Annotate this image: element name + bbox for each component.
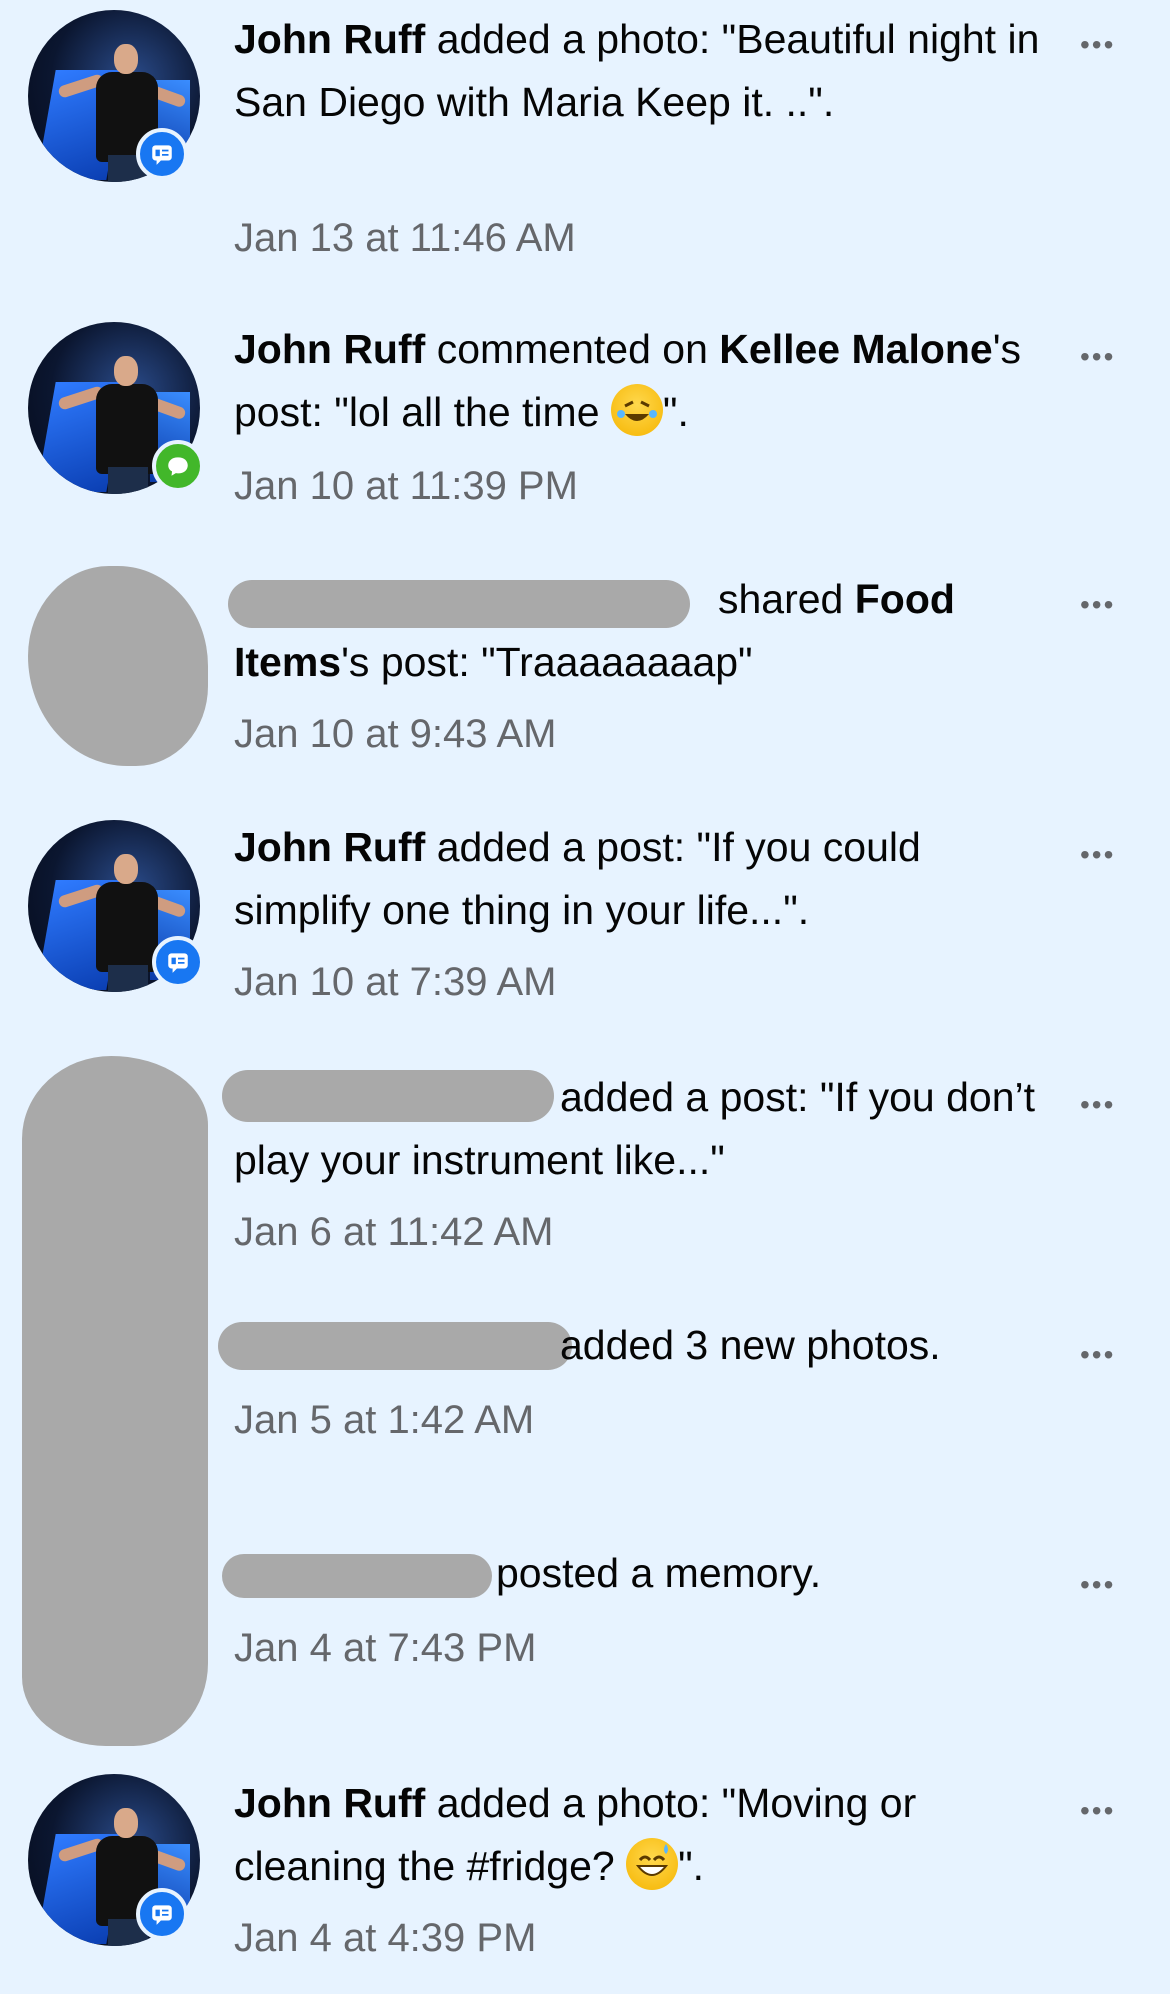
grinning-sweat-emoji-icon: [626, 1838, 679, 1890]
timestamp[interactable]: Jan 5 at 1:42 AM: [234, 1398, 534, 1443]
activity-text: John Ruff added a post: "If you could si…: [234, 824, 921, 933]
more-options-icon[interactable]: •••: [1080, 343, 1118, 371]
post-icon: [136, 128, 188, 180]
more-options-icon[interactable]: •••: [1080, 1571, 1118, 1599]
activity-text: posted a memory.: [496, 1550, 822, 1596]
timestamp[interactable]: Jan 10 at 7:39 AM: [234, 960, 556, 1005]
rofl-emoji-icon: [610, 384, 663, 436]
actor-name[interactable]: John Ruff: [234, 326, 425, 372]
activity-text: John Ruff added a photo: "Moving or clea…: [234, 1780, 917, 1890]
actor-name[interactable]: John Ruff: [234, 16, 425, 62]
activity-text: John Ruff commented on Kellee Malone's p…: [234, 326, 1022, 436]
more-options-icon[interactable]: •••: [1080, 1091, 1118, 1119]
redacted-avatar: [28, 566, 208, 766]
comment-icon: [152, 440, 204, 492]
timestamp[interactable]: Jan 10 at 9:43 AM: [234, 712, 556, 757]
more-options-icon[interactable]: •••: [1080, 1341, 1118, 1369]
timestamp[interactable]: Jan 4 at 4:39 PM: [234, 1916, 536, 1961]
more-options-icon[interactable]: •••: [1080, 591, 1118, 619]
post-icon: [152, 936, 204, 988]
more-options-icon[interactable]: •••: [1080, 1797, 1118, 1825]
actor-name[interactable]: John Ruff: [234, 1780, 425, 1826]
redacted-avatar: [22, 1056, 208, 1746]
timestamp[interactable]: Jan 6 at 11:42 AM: [234, 1210, 553, 1255]
post-icon: [136, 1888, 188, 1940]
timestamp[interactable]: Jan 4 at 7:43 PM: [234, 1626, 536, 1671]
activity-text: added a post: "If you don’t play your in…: [234, 1074, 1036, 1183]
timestamp[interactable]: Jan 13 at 11:46 AM: [234, 216, 576, 261]
activity-text: John Ruff added a photo: "Beautiful nigh…: [234, 16, 1040, 125]
more-options-icon[interactable]: •••: [1080, 841, 1118, 869]
activity-text: added 3 new photos.: [560, 1322, 941, 1368]
more-options-icon[interactable]: •••: [1080, 31, 1118, 59]
actor-name[interactable]: John Ruff: [234, 824, 425, 870]
activity-text: shared Food Items's post: "Traaaaaaaap": [234, 576, 955, 685]
target-name[interactable]: Kellee Malone: [719, 326, 992, 372]
timestamp[interactable]: Jan 10 at 11:39 PM: [234, 464, 578, 509]
